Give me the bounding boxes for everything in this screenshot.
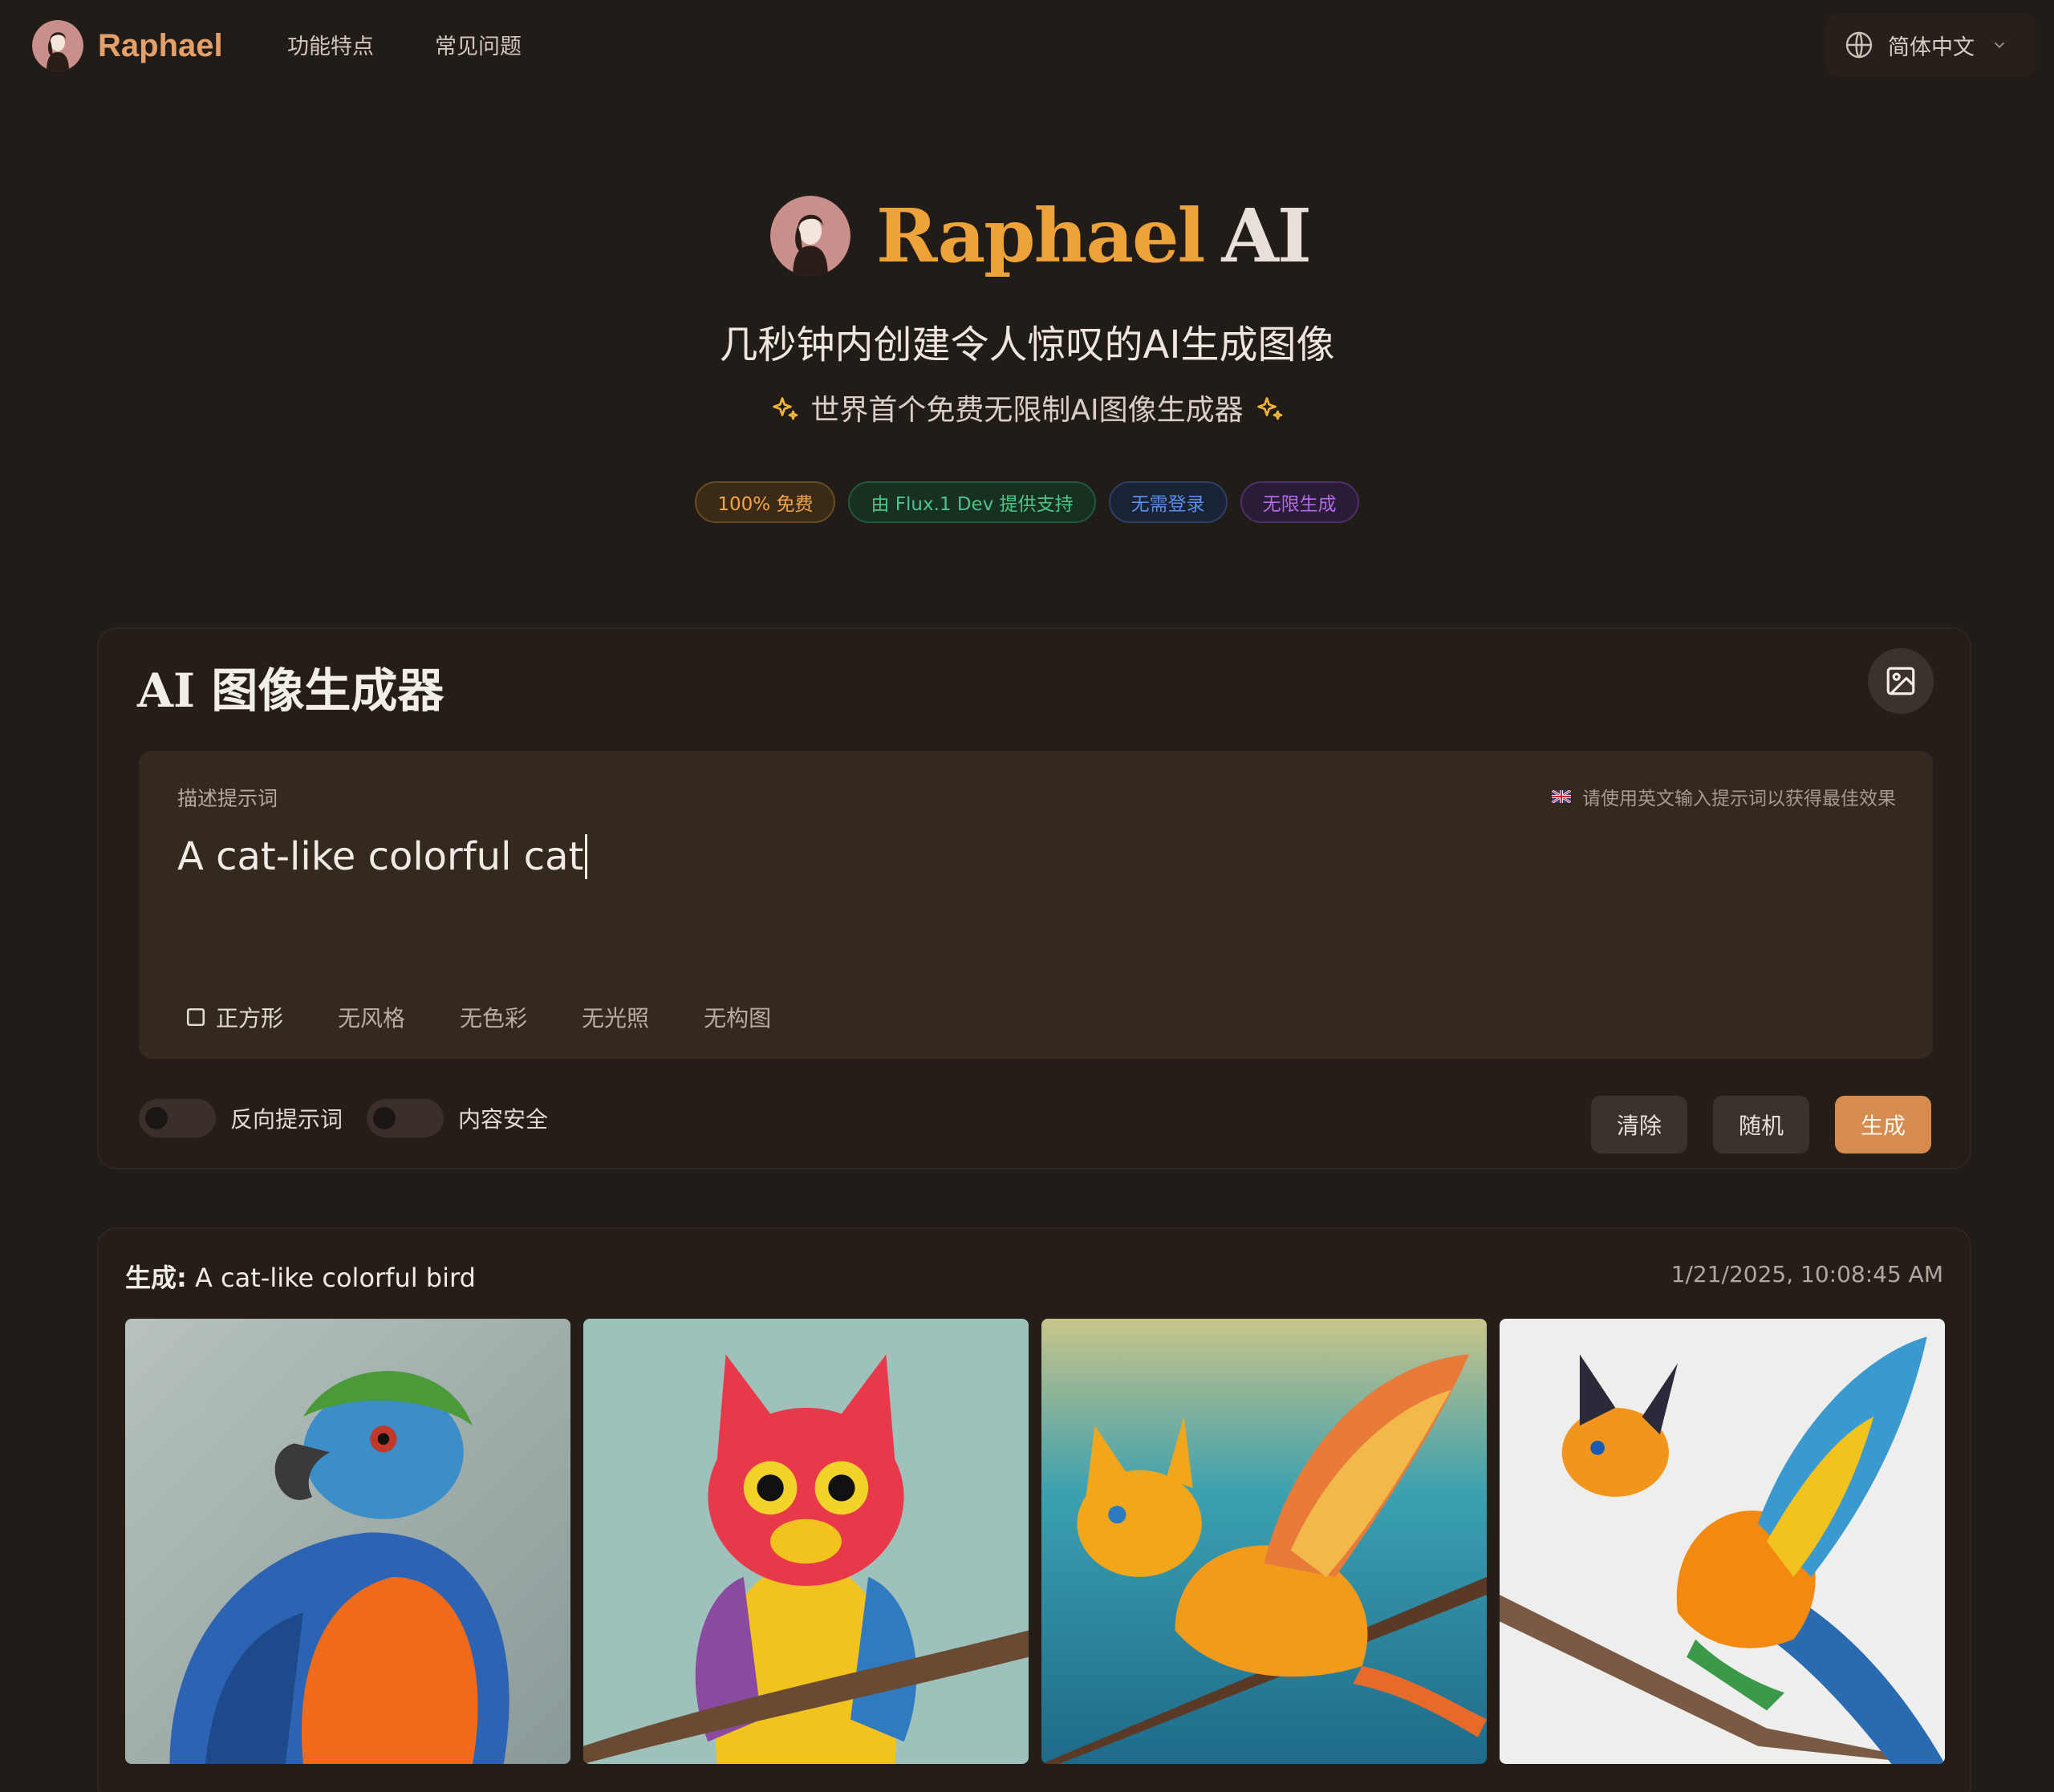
- globe-icon: [1845, 31, 1873, 59]
- action-buttons: 清除 随机 生成: [1591, 1096, 1931, 1153]
- uk-flag-icon: [1552, 790, 1571, 803]
- generated-image-cat-bird[interactable]: [1500, 1319, 1945, 1764]
- language-selector[interactable]: 简体中文: [1825, 13, 2036, 77]
- generated-image-cat-owl[interactable]: [583, 1319, 1029, 1764]
- prompt-hint-text: 请使用英文输入提示词以获得最佳效果: [1582, 789, 1896, 809]
- hero-avatar-icon: [770, 196, 850, 276]
- image-upload-button[interactable]: [1868, 648, 1934, 714]
- top-nav: Raphael 功能特点 常见问题 简体中文: [0, 0, 2054, 90]
- page: Raphael 功能特点 常见问题 简体中文 Raphael AI 几秒钟内创建…: [0, 0, 2054, 1792]
- hero-tagline: 世界首个免费无限制AI图像生成器: [810, 394, 1244, 427]
- prompt-value[interactable]: A cat-like colorful cat: [177, 834, 588, 879]
- sparkle-icon: [773, 397, 798, 420]
- badge-free: 100% 免费: [695, 481, 836, 523]
- hero-subtitle: 几秒钟内创建令人惊叹的AI生成图像: [719, 322, 1335, 367]
- negative-prompt-label: 反向提示词: [230, 1106, 343, 1133]
- generated-image-winged-cat[interactable]: [1041, 1319, 1487, 1764]
- result-header: 生成: A cat-like colorful bird: [125, 1258, 476, 1295]
- hero-tagline-row: 世界首个免费无限制AI图像生成器: [0, 387, 2054, 428]
- feature-badges: 100% 免费 由 Flux.1 Dev 提供支持 无需登录 无限生成: [0, 481, 2054, 523]
- logo-avatar-icon: [32, 20, 83, 71]
- generated-image-parrot[interactable]: [125, 1319, 570, 1764]
- brand-link[interactable]: Raphael: [32, 20, 223, 71]
- random-button[interactable]: 随机: [1713, 1096, 1809, 1153]
- hero-title-suffix: AI: [1221, 193, 1312, 279]
- badge-no-login: 无需登录: [1108, 481, 1228, 523]
- image-icon: [1886, 667, 1915, 695]
- result-card: 生成: A cat-like colorful bird 1/21/2025, …: [97, 1227, 1971, 1792]
- sparkle-icon: [1256, 397, 1282, 420]
- negative-prompt-toggle[interactable]: [139, 1099, 216, 1137]
- prompt-input[interactable]: 描述提示词 请使用英文输入提示词以获得最佳效果 A cat-like color…: [139, 751, 1933, 1059]
- content-safety-label: 内容安全: [458, 1106, 549, 1133]
- option-square[interactable]: 正方形: [185, 1001, 283, 1033]
- result-images: [125, 1319, 1945, 1764]
- option-composition[interactable]: 无构图: [704, 1001, 771, 1033]
- prompt-hint: 请使用英文输入提示词以获得最佳效果: [1552, 783, 1896, 810]
- clear-button[interactable]: 清除: [1591, 1096, 1687, 1153]
- result-prompt: A cat-like colorful bird: [194, 1263, 476, 1293]
- option-square-label: 正方形: [216, 1005, 284, 1032]
- hero-title: Raphael AI: [876, 193, 1312, 279]
- generator-title: AI 图像生成器: [137, 663, 444, 718]
- result-timestamp: 1/21/2025, 10:08:45 AM: [1670, 1261, 1943, 1287]
- badge-flux: 由 Flux.1 Dev 提供支持: [848, 481, 1096, 523]
- badge-unlimited: 无限生成: [1240, 481, 1359, 523]
- text-caret: [585, 834, 588, 879]
- hero-title-row: Raphael AI: [770, 193, 1312, 279]
- brand-name: Raphael: [98, 27, 223, 63]
- toggle-row: 反向提示词 内容安全: [139, 1099, 572, 1137]
- prompt-options: 正方形 无风格 无色彩 无光照 无构图: [185, 1001, 826, 1033]
- generator-card: AI 图像生成器 描述提示词 请使用英文输入提示词以获得最佳效果 A cat-l…: [97, 627, 1971, 1170]
- hero-title-main: Raphael: [876, 193, 1205, 279]
- option-lighting[interactable]: 无光照: [582, 1001, 649, 1033]
- result-label: 生成:: [125, 1263, 187, 1293]
- option-style[interactable]: 无风格: [338, 1001, 405, 1033]
- content-safety-toggle[interactable]: [367, 1099, 444, 1137]
- chevron-down-icon: [1994, 42, 2005, 49]
- nav-link-features[interactable]: 功能特点: [287, 29, 374, 60]
- prompt-text: A cat-like colorful cat: [177, 834, 584, 879]
- prompt-label: 描述提示词: [177, 787, 278, 810]
- option-color[interactable]: 无色彩: [460, 1001, 527, 1033]
- nav-link-faq[interactable]: 常见问题: [435, 29, 522, 60]
- square-icon: [186, 1007, 205, 1027]
- language-label: 简体中文: [1888, 34, 1975, 60]
- generate-button[interactable]: 生成: [1835, 1096, 1931, 1153]
